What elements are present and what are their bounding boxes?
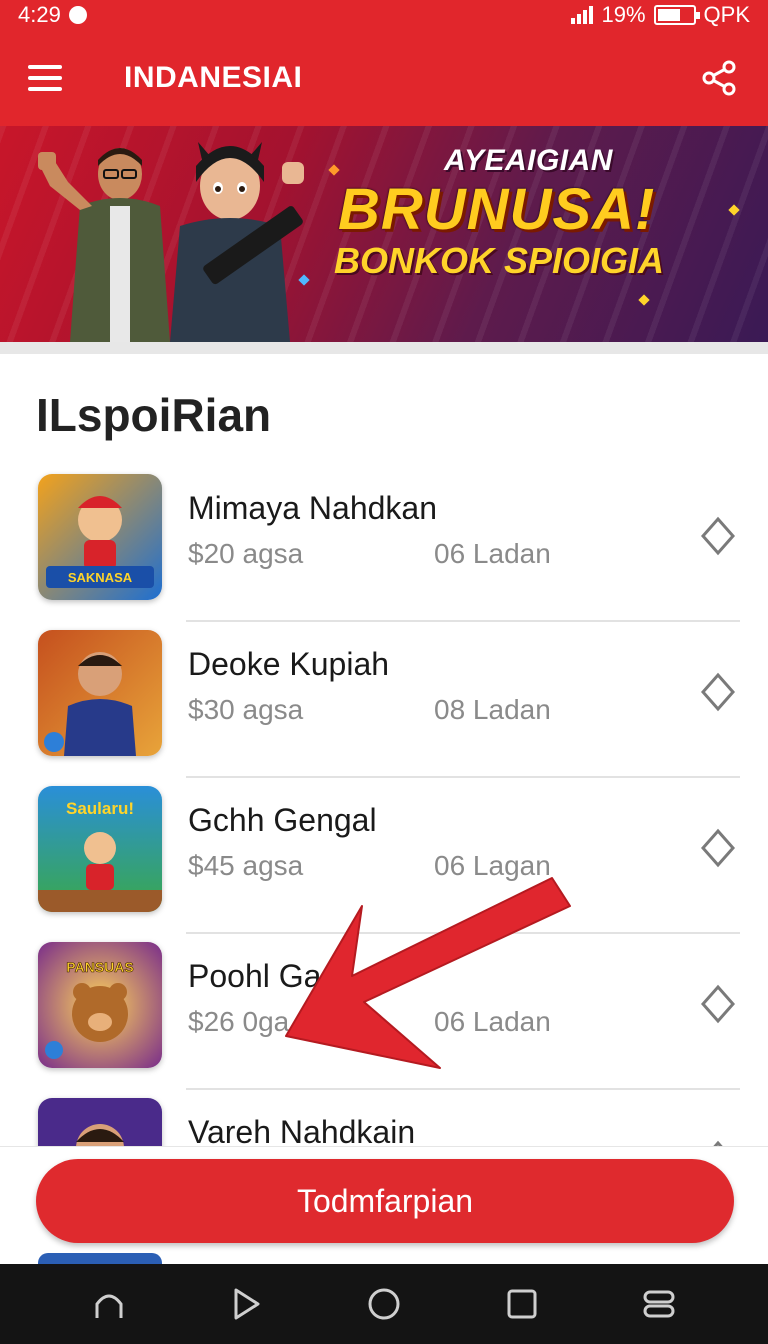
list-item[interactable]: Saularu! Gchh Gengal $45 agsa 06 Lagan (0, 778, 768, 934)
primary-action-button[interactable]: Todmfarpian (36, 1159, 734, 1243)
battery-percent: 19% (601, 2, 646, 27)
play-icon[interactable] (228, 1286, 264, 1322)
switch-app-icon[interactable] (641, 1286, 677, 1322)
share-icon[interactable] (700, 58, 740, 98)
game-price: $30 agsa (188, 694, 304, 725)
status-bar: 4:29 19% QPK (0, 0, 768, 30)
game-meta: 06 Ladan (434, 538, 551, 569)
bottom-action-bar: Todmfarpian (0, 1146, 768, 1265)
signal-icon (571, 6, 594, 24)
thumb-logo: Saularu! (66, 799, 134, 818)
game-meta: 06 Lagan (434, 850, 551, 881)
status-time: 4:29 (18, 2, 61, 27)
recents-square-icon[interactable] (504, 1286, 540, 1322)
app-title: INDANESIAI (124, 61, 303, 94)
status-left: 4:29 (18, 2, 87, 28)
game-meta: 08 Ladan (434, 694, 551, 725)
thumb-logo: SAKNASA (68, 570, 133, 585)
game-thumbnail: SAKNASA (38, 474, 162, 600)
game-price: $26 0ga (188, 1006, 290, 1037)
game-name: Mimaya Nahdkan (188, 490, 437, 526)
banner-divider (0, 342, 768, 354)
diamond-icon[interactable] (700, 672, 736, 712)
game-name: Poohl Ga... (188, 958, 349, 994)
thumb-logo: PANSUAS (66, 959, 133, 975)
app-screen: 4:29 19% QPK INDANESIAI AYEAIGIAN BRUNUS… (0, 0, 768, 1344)
system-nav-bar (0, 1264, 768, 1344)
diamond-icon[interactable] (700, 984, 736, 1024)
status-right: 19% QPK (571, 2, 750, 28)
diamond-icon[interactable] (700, 828, 736, 868)
app-bar: INDANESIAI (0, 30, 768, 126)
list-item[interactable]: Deoke Kupiah $30 agsa 08 Ladan (0, 622, 768, 778)
banner-headline: BRUNUSA! (338, 177, 656, 242)
banner-tagline: BONKOK SPIOIGIA (334, 240, 665, 281)
game-list: SAKNASA Mimaya Nahdkan $20 agsa 06 Ladan… (0, 466, 768, 1246)
notification-icon (68, 6, 87, 24)
banner-subtitle: AYEAIGIAN (444, 144, 613, 177)
game-thumbnail: Saularu! (38, 786, 162, 912)
game-price: $20 agsa (188, 538, 304, 569)
game-name: Deoke Kupiah (188, 646, 390, 682)
game-thumbnail: PANSUAS (38, 942, 162, 1068)
list-item[interactable]: PANSUAS Poohl Ga... $26 0ga 06 Ladan (0, 934, 768, 1090)
diamond-icon[interactable] (700, 516, 736, 556)
list-item[interactable]: SAKNASA Mimaya Nahdkan $20 agsa 06 Ladan (0, 466, 768, 622)
home-arch-icon[interactable] (91, 1286, 127, 1322)
game-thumbnail (38, 630, 162, 756)
game-meta: 06 Ladan (434, 1006, 551, 1037)
home-circle-icon[interactable] (366, 1286, 402, 1322)
battery-icon (653, 5, 700, 25)
section-title: ILspoiRian (36, 389, 272, 441)
promo-banner[interactable]: AYEAIGIAN BRUNUSA! BONKOK SPIOIGIA (0, 126, 768, 342)
game-name: Gchh Gengal (188, 802, 377, 838)
carrier-label: QPK (703, 2, 750, 27)
banner-text-group: AYEAIGIAN BRUNUSA! BONKOK SPIOIGIA (0, 126, 768, 342)
game-price: $45 agsa (188, 850, 304, 881)
menu-icon[interactable] (28, 65, 62, 91)
